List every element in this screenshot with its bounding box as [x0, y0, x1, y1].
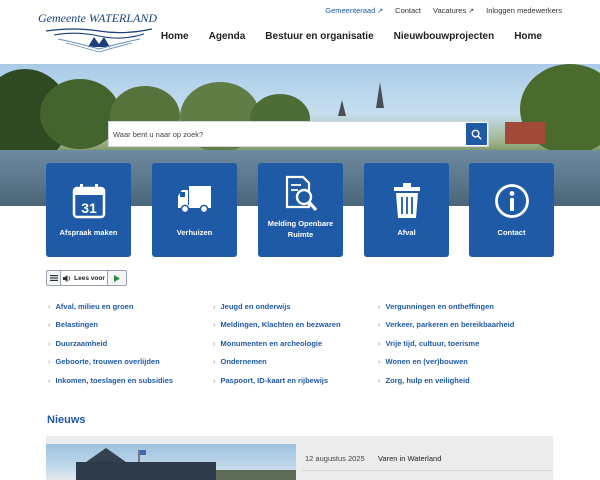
topic-link[interactable]: › Duurzaamheid: [48, 339, 107, 348]
search-button[interactable]: [466, 123, 487, 145]
tile-melding-openbare-ruimte[interactable]: Melding Openbare Ruimte: [258, 163, 343, 257]
readspeaker-listen-button[interactable]: Lees voor: [61, 271, 108, 285]
search-box: [108, 121, 489, 147]
news-date: 12 augustus 2025: [305, 454, 365, 463]
tile-contact[interactable]: Contact: [469, 163, 554, 257]
chevron-right-icon: ›: [48, 339, 51, 348]
news-card[interactable]: 12 augustus 2025 Varen in Waterland: [46, 436, 553, 480]
document-search-icon: [285, 175, 317, 212]
chevron-right-icon: ›: [378, 339, 381, 348]
topic-link[interactable]: › Monumenten en archeologie: [213, 339, 322, 348]
readspeaker-menu-button[interactable]: [47, 271, 61, 285]
speaker-icon: [63, 274, 71, 282]
news-section-title: Nieuws: [47, 414, 86, 426]
topic-link[interactable]: › Vergunningen en ontheffingen: [378, 302, 494, 311]
topic-link[interactable]: › Verkeer, parkeren en bereikbaarheid: [378, 320, 514, 329]
readspeaker-bar: Lees voor: [46, 270, 127, 286]
tile-label: Verhuizen: [176, 228, 213, 237]
chevron-right-icon: ›: [48, 357, 51, 366]
main-nav: Home Agenda Bestuur en organisatie Nieuw…: [161, 31, 542, 42]
church-spire: [376, 82, 384, 108]
topic-link[interactable]: › Zorg, hulp en veiligheid: [378, 376, 470, 385]
topic-link[interactable]: › Wonen en (ver)bouwen: [378, 357, 468, 366]
top-link-vacatures[interactable]: Vacatures ↗: [433, 6, 474, 15]
tile-label: Afspraak maken: [59, 228, 118, 237]
top-link-contact[interactable]: Contact: [395, 6, 421, 15]
chevron-right-icon: ›: [48, 376, 51, 385]
tile-label: Melding Openbare Ruimte: [267, 219, 334, 239]
logo-text: Gemeente WATERLAND: [38, 11, 158, 25]
tile-afval[interactable]: Afval: [364, 163, 449, 257]
topic-link[interactable]: › Jeugd en onderwijs: [213, 302, 291, 311]
readspeaker-play-button[interactable]: [108, 271, 126, 285]
quick-tiles: 31 Afspraak maken Verhuizen Melding Open…: [46, 163, 554, 257]
top-link-inloggen-medewerkers[interactable]: Inloggen medewerkers: [486, 6, 562, 15]
chevron-right-icon: ›: [378, 376, 381, 385]
external-link-icon: ↗: [468, 8, 475, 15]
chevron-right-icon: ›: [48, 320, 51, 329]
chevron-right-icon: ›: [213, 339, 216, 348]
topic-link[interactable]: › Geboorte, trouwen overlijden: [48, 357, 160, 366]
tile-afspraak-maken[interactable]: 31 Afspraak maken: [46, 163, 131, 257]
search-input[interactable]: [109, 122, 469, 146]
nav-home-2[interactable]: Home: [514, 31, 542, 42]
nav-home[interactable]: Home: [161, 31, 189, 42]
topic-link[interactable]: › Paspoort, ID-kaart en rijbewijs: [213, 376, 328, 385]
trash-bin-icon: [393, 183, 420, 218]
external-link-icon: ↗: [377, 8, 384, 15]
church-spire: [338, 100, 346, 116]
topic-link[interactable]: › Meldingen, Klachten en bezwaren: [213, 320, 341, 329]
chevron-right-icon: ›: [378, 302, 381, 311]
waterland-logo[interactable]: Gemeente WATERLAND: [38, 11, 158, 53]
tile-label: Afval: [397, 228, 416, 237]
tile-label: Contact: [497, 228, 526, 237]
nav-bestuur-en-organisatie[interactable]: Bestuur en organisatie: [265, 31, 373, 42]
chevron-right-icon: ›: [213, 376, 216, 385]
chevron-right-icon: ›: [48, 302, 51, 311]
chevron-right-icon: ›: [213, 302, 216, 311]
topic-link[interactable]: › Afval, milieu en groen: [48, 302, 133, 311]
search-icon: [471, 129, 482, 140]
site-header: Gemeente WATERLAND Gemeenteraad ↗ Contact…: [0, 0, 600, 64]
truck-icon: [177, 186, 211, 214]
chevron-right-icon: ›: [378, 320, 381, 329]
news-image: [46, 444, 296, 480]
topic-link[interactable]: › Vrije tijd, cultuur, toerisme: [378, 339, 479, 348]
play-icon: [114, 274, 120, 282]
svg-text:31: 31: [81, 200, 97, 216]
info-icon: [494, 184, 529, 218]
chevron-right-icon: ›: [213, 320, 216, 329]
nav-nieuwbouwprojecten[interactable]: Nieuwbouwprojecten: [394, 31, 495, 42]
nav-agenda[interactable]: Agenda: [209, 31, 246, 42]
topic-link[interactable]: › Inkomen, toeslagen en subsidies: [48, 376, 173, 385]
top-links: Gemeenteraad ↗ Contact Vacatures ↗ Inlogge…: [325, 6, 562, 15]
readspeaker-label: Lees voor: [74, 274, 105, 282]
tile-verhuizen[interactable]: Verhuizen: [152, 163, 237, 257]
calendar-icon: 31: [72, 184, 105, 219]
news-divider: [302, 470, 553, 471]
chevron-right-icon: ›: [378, 357, 381, 366]
news-photo: [76, 448, 296, 480]
menu-icon: [49, 275, 58, 281]
news-headline[interactable]: Varen in Waterland: [378, 454, 441, 463]
hero-house: [505, 122, 545, 144]
topic-link[interactable]: › Belastingen: [48, 320, 98, 329]
top-link-gemeenteraad[interactable]: Gemeenteraad ↗: [325, 6, 383, 15]
chevron-right-icon: ›: [213, 357, 216, 366]
topic-link[interactable]: › Ondernemen: [213, 357, 267, 366]
logo-waves-icon: [45, 28, 153, 53]
